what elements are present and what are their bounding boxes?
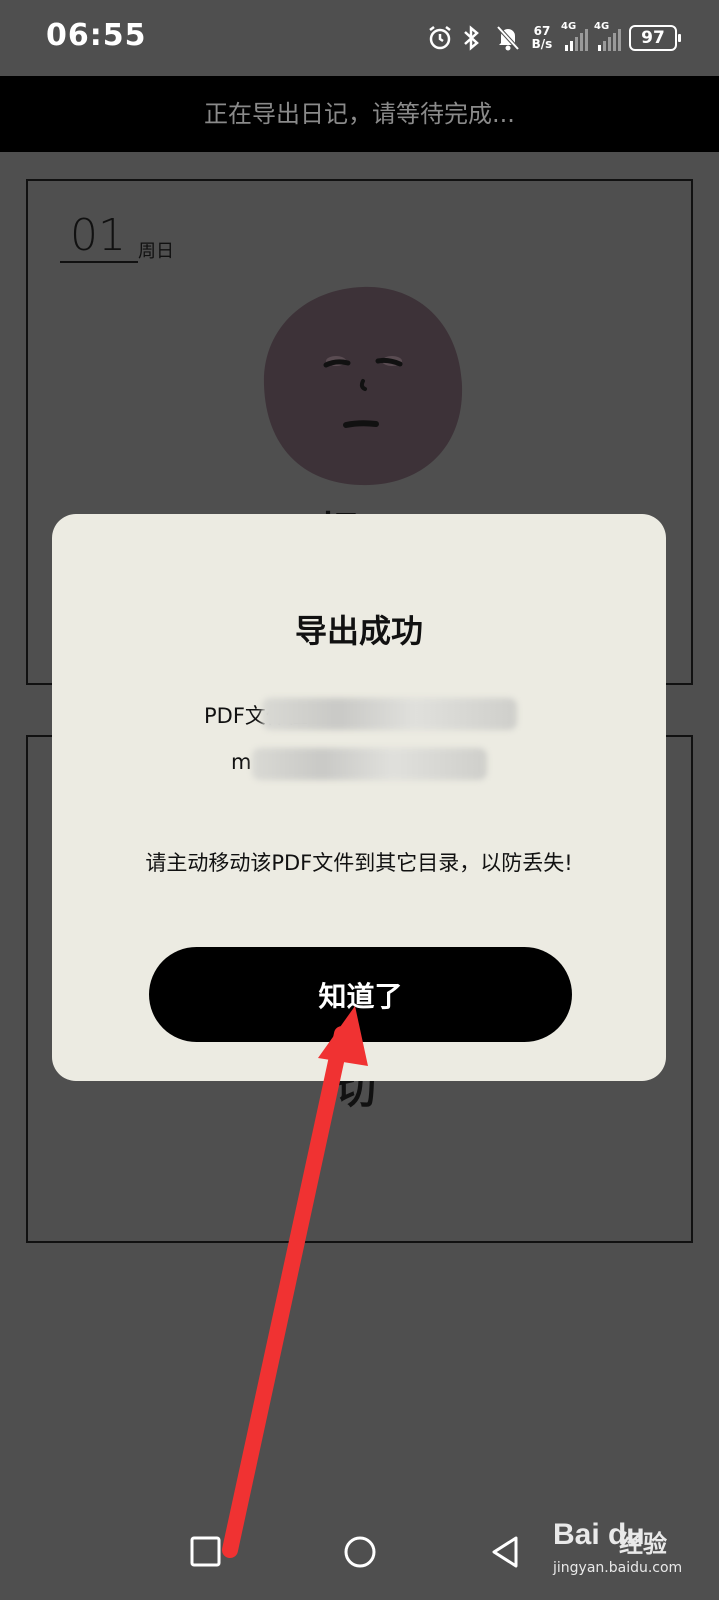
circle-icon [344,1536,376,1568]
entry-day-number: 01 [60,211,138,263]
home-button[interactable] [330,1522,390,1582]
clock: 06:55 [46,18,147,53]
move-file-tip: 请主动移动该PDF文件到其它目录，以防丢失! [145,851,573,875]
alarm-icon [427,24,453,52]
redacted-filename [252,748,487,780]
signal-1-label: 4G [561,21,577,32]
entry-weekday: 周日 [138,241,174,262]
back-button[interactable] [478,1522,538,1582]
bluetooth-icon [461,24,487,52]
signal-2-label: 4G [594,21,610,32]
battery-icon: 97 [629,25,681,51]
network-speed: 67 B/s [529,25,555,51]
signal-2-icon: 4G [594,21,621,51]
pdf-filename-line: m [231,750,252,774]
mute-bell-icon [495,24,521,52]
watermark-url: jingyan.baidu.com [553,1560,683,1576]
mood-face-icon [263,286,463,486]
back-triangle-icon [492,1536,518,1568]
net-speed-unit: B/s [531,37,553,51]
watermark-brand: 经验 [619,1530,667,1558]
signal-1-icon: 4G [561,21,588,51]
export-success-dialog: 导出成功 PDF文件位 m 请主动移动该PDF文件到其它目录，以防丢失! 知道了 [52,514,666,1081]
dialog-title: 导出成功 [294,612,423,650]
baidu-jingyan-watermark: Bai du 经验 jingyan.baidu.com [553,1508,703,1588]
status-icons: 67 B/s 4G 4G 97 [427,20,681,56]
export-progress-banner: 正在导出日记，请等待完成... [0,76,719,152]
redacted-path [262,698,517,730]
ok-button[interactable]: 知道了 [149,947,572,1042]
square-icon [190,1536,221,1567]
status-bar: 06:55 67 B/s 4G 4G 97 [0,0,719,76]
battery-level: 97 [641,28,665,48]
recent-apps-button[interactable] [176,1522,236,1582]
